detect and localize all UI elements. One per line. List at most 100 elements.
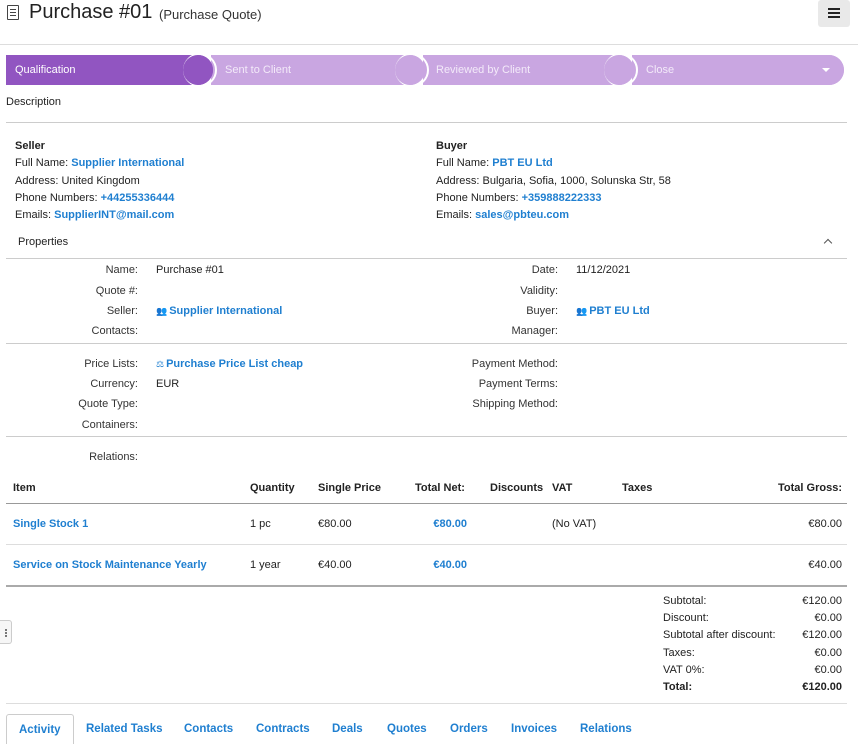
- row-divider: [6, 544, 847, 545]
- menu-button[interactable]: [818, 0, 850, 27]
- stage-label: Close: [646, 64, 675, 76]
- seller-block: Seller Full Name: Supplier International…: [15, 140, 185, 222]
- company-icon: 👥: [156, 306, 168, 316]
- prop-price-list-link[interactable]: ⚖ Purchase Price List cheap: [156, 358, 303, 370]
- hamburger-icon: [828, 8, 840, 10]
- chevron-up-icon[interactable]: [823, 238, 833, 248]
- prop-date-value: 11/12/2021: [576, 264, 631, 276]
- tab-contacts[interactable]: Contacts: [184, 723, 233, 735]
- relations-label: Relations:: [89, 451, 138, 463]
- vat-cell: (No VAT): [552, 518, 597, 530]
- page-header: Purchase #01 (Purchase Quote): [0, 0, 858, 45]
- prop-label: Validity:: [520, 285, 558, 297]
- description-label: Description: [6, 96, 62, 108]
- prop-label: Shipping Method:: [472, 398, 558, 410]
- subtotal-label: Subtotal:: [663, 595, 707, 607]
- drag-handle[interactable]: [0, 620, 12, 644]
- seller-email-link[interactable]: SupplierINT@mail.com: [54, 209, 174, 221]
- price-list-icon: ⚖: [156, 359, 165, 369]
- prop-label: Name:: [105, 264, 138, 276]
- prop-label: Manager:: [511, 325, 558, 337]
- prop-name-value: Purchase #01: [156, 264, 224, 276]
- total-net-cell[interactable]: €40.00: [433, 559, 467, 571]
- taxes-label: Taxes:: [663, 647, 695, 659]
- document-icon: [7, 5, 19, 20]
- prop-label: Containers:: [81, 419, 138, 431]
- col-header-discounts: Discounts: [490, 482, 544, 494]
- tab-related-tasks[interactable]: Related Tasks: [86, 723, 163, 735]
- prop-label: Quote Type:: [78, 398, 138, 410]
- prop-label: Contacts:: [91, 325, 138, 337]
- seller-heading: Seller: [15, 140, 45, 152]
- subtotal-after-discount-value: €120.00: [802, 629, 842, 641]
- prop-label: Payment Terms:: [478, 378, 558, 390]
- item-link[interactable]: Single Stock 1: [13, 518, 88, 530]
- stage-close[interactable]: Close: [632, 55, 844, 85]
- col-header-total-net: Total Net:: [415, 482, 465, 494]
- prop-label: Currency:: [90, 378, 138, 390]
- total-net-cell[interactable]: €80.00: [433, 518, 467, 530]
- taxes-value: €0.00: [814, 647, 842, 659]
- tab-activity[interactable]: Activity: [6, 714, 74, 744]
- tab-contracts[interactable]: Contracts: [256, 723, 310, 735]
- tab-orders[interactable]: Orders: [450, 723, 488, 735]
- buyer-email-link[interactable]: sales@pbteu.com: [475, 209, 569, 221]
- total-label: Total:: [663, 681, 693, 693]
- divider: [6, 122, 847, 123]
- col-header-taxes: Taxes: [622, 482, 653, 494]
- seller-phone-link[interactable]: +44255336444: [101, 192, 175, 204]
- stage-reviewed-by-client[interactable]: Reviewed by Client: [423, 53, 638, 87]
- stage-label: Sent to Client: [225, 64, 292, 76]
- prop-label: Seller:: [106, 305, 138, 317]
- buyer-address: Bulgaria, Sofia, 1000, Solunska Str, 58: [482, 174, 671, 187]
- buyer-block: Buyer Full Name: PBT EU Ltd Address: Bul…: [436, 140, 671, 222]
- buyer-heading: Buyer: [436, 140, 468, 152]
- divider: [6, 343, 847, 344]
- page-title: Purchase #01: [29, 1, 153, 23]
- discount-value: €0.00: [814, 612, 842, 624]
- item-link[interactable]: Service on Stock Maintenance Yearly: [13, 559, 207, 571]
- vat-label: VAT 0%:: [663, 664, 705, 676]
- table-bottom-divider: [6, 585, 847, 587]
- subtotal-after-discount-label: Subtotal after discount:: [663, 629, 776, 641]
- col-header-total-gross: Total Gross:: [778, 482, 842, 494]
- prop-label: Price Lists:: [84, 358, 138, 370]
- quantity-cell: 1 year: [250, 559, 281, 571]
- vat-value: €0.00: [814, 664, 842, 676]
- buyer-phone-link[interactable]: +359888222333: [522, 192, 602, 204]
- col-header-quantity: Quantity: [250, 482, 295, 494]
- divider: [6, 258, 847, 259]
- stage-pipeline: Close Reviewed by Client Sent to Client …: [6, 53, 844, 87]
- seller-address: United Kingdom: [61, 174, 140, 187]
- stage-qualification[interactable]: Qualification: [6, 53, 217, 87]
- tab-quotes[interactable]: Quotes: [387, 723, 427, 735]
- prop-currency-value: EUR: [156, 378, 180, 390]
- tab-relations[interactable]: Relations: [580, 723, 632, 735]
- tab-deals[interactable]: Deals: [332, 723, 363, 735]
- chevron-down-icon: [822, 68, 830, 72]
- prop-seller-link[interactable]: 👥 Supplier International: [156, 305, 282, 317]
- seller-name-link[interactable]: Supplier International: [71, 157, 184, 169]
- subtotal-value: €120.00: [802, 595, 842, 607]
- stage-sent-to-client[interactable]: Sent to Client: [211, 53, 429, 87]
- divider: [6, 436, 847, 437]
- tab-invoices[interactable]: Invoices: [511, 723, 557, 735]
- prop-buyer-link[interactable]: 👥 PBT EU Ltd: [576, 305, 650, 317]
- col-header-item: Item: [13, 482, 36, 494]
- prop-label: Date:: [531, 264, 558, 276]
- stage-label: Qualification: [15, 64, 76, 76]
- table-header-divider: [6, 503, 847, 504]
- single-price-cell: €80.00: [318, 518, 352, 530]
- stage-label: Reviewed by Client: [436, 64, 531, 76]
- quantity-cell: 1 pc: [250, 518, 271, 530]
- single-price-cell: €40.00: [318, 559, 352, 571]
- buyer-name-link[interactable]: PBT EU Ltd: [492, 157, 553, 169]
- col-header-vat: VAT: [552, 482, 573, 494]
- discount-label: Discount:: [663, 612, 709, 624]
- company-icon: 👥: [576, 306, 588, 316]
- total-value: €120.00: [802, 681, 842, 693]
- page-subtitle: (Purchase Quote): [159, 7, 262, 22]
- divider: [6, 703, 847, 704]
- col-header-single-price: Single Price: [318, 482, 381, 494]
- prop-label: Buyer:: [526, 305, 558, 317]
